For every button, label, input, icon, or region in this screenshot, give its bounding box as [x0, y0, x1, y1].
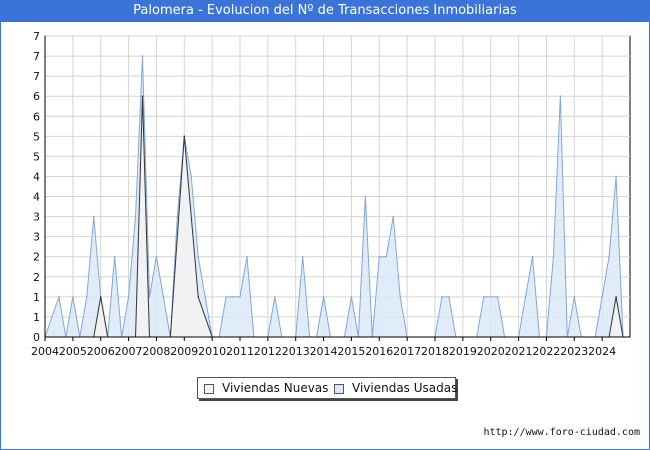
data-point-viviendas-usadas — [190, 175, 193, 178]
data-point-viviendas-usadas — [350, 296, 353, 298]
data-point-viviendas-usadas — [441, 296, 443, 298]
x-tick-label: 2016 — [365, 345, 393, 358]
data-point-viviendas-usadas — [274, 296, 276, 298]
y-tick-label: 2 — [33, 251, 40, 264]
x-tick-label: 2022 — [532, 345, 560, 358]
y-tick-label: 4 — [33, 170, 40, 183]
data-point-viviendas-usadas — [392, 215, 395, 218]
data-point-viviendas-usadas — [489, 296, 492, 298]
y-tick-label: 3 — [33, 211, 40, 224]
x-tick-label: 2014 — [310, 345, 338, 358]
y-tick-label: 1 — [33, 291, 40, 304]
data-point-viviendas-usadas — [148, 296, 151, 298]
x-tick-label: 2015 — [337, 345, 365, 358]
data-point-viviendas-usadas — [141, 55, 144, 57]
data-point-viviendas-usadas — [573, 296, 576, 298]
legend-label-usadas: Viviendas Usadas — [352, 381, 458, 395]
data-point-viviendas-usadas — [531, 255, 534, 258]
y-tick-label: 7 — [33, 70, 40, 83]
data-point-viviendas-usadas — [225, 296, 227, 298]
data-point-viviendas-usadas — [552, 255, 555, 258]
x-tick-label: 2023 — [560, 345, 588, 358]
data-point-viviendas-usadas — [197, 255, 200, 258]
data-point-viviendas-usadas — [162, 296, 165, 298]
x-tick-label: 2020 — [477, 345, 505, 358]
x-tick-label: 2012 — [254, 345, 282, 358]
data-point-viviendas-usadas — [301, 255, 304, 258]
data-point-viviendas-usadas — [482, 296, 485, 298]
x-tick-label: 2010 — [198, 345, 226, 358]
data-point-viviendas-nuevas — [141, 95, 144, 97]
data-point-viviendas-usadas — [239, 296, 241, 298]
data-point-viviendas-usadas — [448, 296, 450, 298]
data-point-viviendas-usadas — [113, 255, 116, 258]
x-tick-label: 2021 — [505, 345, 533, 358]
x-tick-label: 2007 — [115, 345, 143, 358]
x-tick-label: 2024 — [588, 345, 616, 358]
y-tick-label: 3 — [33, 231, 40, 244]
data-point-viviendas-usadas — [58, 296, 60, 298]
data-point-viviendas-usadas — [601, 296, 603, 298]
x-tick-label: 2017 — [393, 345, 421, 358]
chart-legend: Viviendas Nuevas Viviendas Usadas — [197, 377, 458, 399]
data-point-viviendas-usadas — [232, 296, 234, 298]
data-point-viviendas-nuevas — [615, 296, 617, 298]
x-tick-label: 2006 — [87, 345, 115, 358]
data-point-viviendas-usadas — [559, 95, 562, 97]
x-tick-label: 2004 — [31, 345, 59, 358]
data-point-viviendas-nuevas — [183, 135, 186, 138]
y-tick-label: 2 — [33, 271, 40, 284]
legend-label-nuevas: Viviendas Nuevas — [222, 381, 329, 395]
data-point-viviendas-usadas — [615, 175, 617, 178]
y-tick-label: 6 — [33, 90, 40, 103]
data-point-viviendas-usadas — [246, 255, 248, 258]
data-point-viviendas-usadas — [72, 296, 74, 298]
y-tick-label: 7 — [33, 50, 40, 63]
x-tick-label: 2009 — [170, 345, 198, 358]
data-point-viviendas-usadas — [176, 215, 179, 218]
data-point-viviendas-usadas — [364, 195, 367, 198]
y-tick-label: 4 — [33, 191, 40, 204]
data-point-viviendas-usadas — [155, 255, 158, 258]
data-point-viviendas-usadas — [322, 296, 325, 298]
y-tick-label: 6 — [33, 110, 40, 123]
data-point-viviendas-usadas — [608, 255, 610, 258]
data-point-viviendas-usadas — [134, 215, 137, 218]
x-tick-label: 2018 — [421, 345, 449, 358]
x-tick-label: 2005 — [59, 345, 87, 358]
data-point-viviendas-nuevas — [99, 296, 102, 298]
y-tick-label: 7 — [33, 30, 40, 43]
legend-swatch-usadas — [334, 384, 344, 394]
data-point-viviendas-usadas — [85, 296, 88, 298]
legend-swatch-nuevas — [204, 384, 214, 394]
y-tick-label: 5 — [33, 150, 40, 163]
x-tick-label: 2013 — [282, 345, 310, 358]
data-point-viviendas-usadas — [399, 296, 401, 298]
y-tick-label: 0 — [33, 331, 40, 344]
data-point-viviendas-usadas — [378, 255, 381, 258]
data-point-viviendas-usadas — [496, 296, 499, 298]
x-tick-label: 2011 — [226, 345, 254, 358]
data-point-viviendas-usadas — [204, 296, 206, 298]
y-tick-label: 5 — [33, 130, 40, 143]
data-point-viviendas-usadas — [127, 296, 130, 298]
x-tick-label: 2019 — [449, 345, 477, 358]
data-point-viviendas-usadas — [385, 255, 388, 258]
x-tick-label: 2008 — [142, 345, 170, 358]
data-point-viviendas-usadas — [524, 296, 527, 298]
source-url[interactable]: http://www.foro-ciudad.com — [483, 427, 640, 438]
data-point-viviendas-usadas — [92, 215, 95, 218]
data-point-viviendas-nuevas — [197, 296, 200, 298]
y-tick-label: 1 — [33, 311, 40, 324]
